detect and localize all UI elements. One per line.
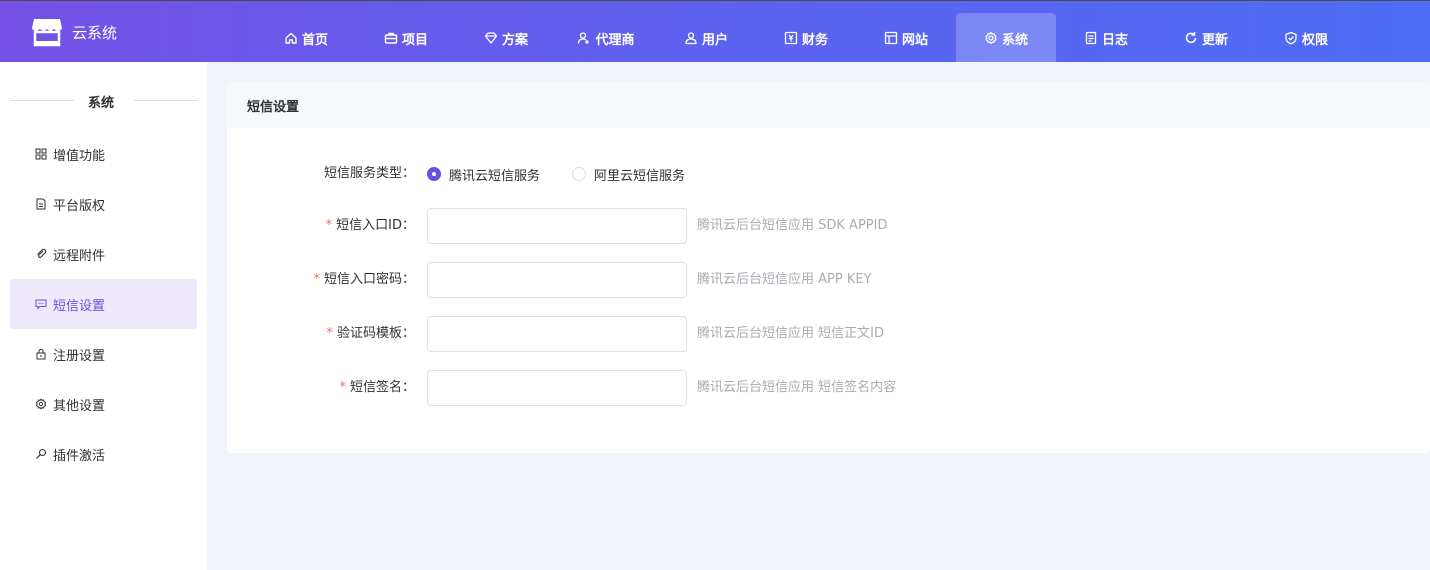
nav-label: 权限 — [1301, 32, 1328, 48]
nav-item-system[interactable]: 系统 — [956, 13, 1056, 63]
sidebar-item-remote-attachments[interactable]: 远程附件 — [10, 229, 197, 279]
sms-id-input[interactable] — [427, 208, 687, 244]
sms-settings-card: 短信设置 短信服务类型： 腾讯云短信服务 阿里云短信服务 * 短信入口ID： 腾讯… — [227, 82, 1430, 453]
sidebar-item-label: 注册设置 — [53, 348, 106, 364]
radio-aliyun-sms[interactable]: 阿里云短信服务 — [572, 165, 685, 184]
service-type-radio-group: 腾讯云短信服务 阿里云短信服务 — [427, 156, 717, 192]
nav-label: 网站 — [901, 32, 928, 48]
nav-item-update[interactable]: 更新 — [1156, 13, 1256, 63]
sidebar-item-copyright[interactable]: 平台版权 — [10, 179, 197, 229]
form-row-sms-password: * 短信入口密码： 腾讯云后台短信应用 APP KEY — [227, 262, 1430, 298]
form-row-verify-template: * 验证码模板： 腾讯云后台短信应用 短信正文ID — [227, 316, 1430, 352]
shield-check-icon — [1284, 31, 1298, 45]
main-nav: 首页 项目 方案 代理商 用户 财务 网站 系统 日志 更新 权限 — [256, 13, 1356, 63]
refresh-icon — [1184, 31, 1198, 45]
verify-template-label: * 验证码模板： — [326, 316, 415, 352]
nav-label: 首页 — [301, 32, 328, 48]
diamond-icon — [484, 31, 498, 45]
nav-item-plans[interactable]: 方案 — [456, 13, 556, 63]
sidebar-item-label: 其他设置 — [53, 398, 106, 414]
gear-icon — [984, 31, 998, 45]
nav-item-home[interactable]: 首页 — [256, 13, 356, 63]
nav-label: 系统 — [1001, 32, 1028, 48]
required-mark: * — [313, 272, 320, 287]
nav-label: 财务 — [801, 32, 828, 48]
sms-id-label: * 短信入口ID： — [326, 208, 415, 244]
nav-label: 项目 — [401, 32, 428, 48]
card-title: 短信设置 — [227, 82, 1430, 128]
nav-item-projects[interactable]: 项目 — [356, 13, 456, 63]
radio-label: 腾讯云短信服务 — [449, 168, 541, 184]
nav-label: 方案 — [501, 32, 528, 48]
required-mark: * — [325, 218, 333, 233]
user-plus-icon — [577, 31, 591, 45]
sidebar-item-registration[interactable]: 注册设置 — [10, 329, 197, 379]
message-icon — [35, 298, 47, 310]
required-mark: * — [326, 326, 333, 341]
field-label-text: 短信签名： — [349, 380, 415, 395]
form-row-sms-signature: * 短信签名： 腾讯云后台短信应用 短信签名内容 — [227, 370, 1430, 406]
sidebar-item-label: 平台版权 — [53, 198, 106, 214]
sms-password-input[interactable] — [427, 262, 687, 298]
sidebar-item-value-added[interactable]: 增值功能 — [10, 129, 197, 179]
nav-label: 日志 — [1101, 32, 1128, 48]
sms-password-label: * 短信入口密码： — [313, 262, 415, 298]
sidebar-item-label: 插件激活 — [53, 448, 106, 464]
file-icon — [35, 198, 47, 210]
divider — [134, 100, 198, 101]
users-icon — [684, 31, 698, 45]
nav-item-users[interactable]: 用户 — [656, 13, 756, 63]
briefcase-icon — [384, 31, 398, 45]
app-title: 云系统 — [72, 23, 118, 42]
sms-signature-hint: 腾讯云后台短信应用 短信签名内容 — [697, 380, 897, 395]
service-type-label: 短信服务类型： — [323, 166, 415, 181]
app-logo[interactable]: 云系统 — [30, 16, 117, 48]
grid-icon — [35, 148, 47, 160]
form-row-sms-id: * 短信入口ID： 腾讯云后台短信应用 SDK APPID — [227, 208, 1430, 244]
verify-template-hint: 腾讯云后台短信应用 短信正文ID — [697, 326, 884, 341]
radio-tencent-sms[interactable]: 腾讯云短信服务 — [427, 165, 540, 184]
radio-dot[interactable] — [427, 167, 441, 181]
field-label-text: 短信入口密码： — [323, 272, 415, 287]
required-mark: * — [339, 380, 346, 395]
verify-template-input[interactable] — [427, 316, 687, 352]
nav-item-website[interactable]: 网站 — [856, 13, 956, 63]
form-row-service-type: 短信服务类型： 腾讯云短信服务 阿里云短信服务 — [227, 156, 1430, 192]
nav-label: 用户 — [701, 32, 728, 48]
sidebar-item-label: 短信设置 — [53, 298, 106, 314]
nav-item-finance[interactable]: 财务 — [756, 13, 856, 63]
sms-id-hint: 腾讯云后台短信应用 SDK APPID — [697, 218, 888, 233]
sms-password-hint: 腾讯云后台短信应用 APP KEY — [697, 272, 872, 287]
sidebar-item-sms-settings[interactable]: 短信设置 — [10, 279, 197, 329]
field-label-text: 验证码模板： — [336, 326, 415, 341]
sms-signature-input[interactable] — [427, 370, 687, 406]
gear-icon — [35, 398, 47, 410]
lock-icon — [35, 348, 47, 360]
radio-dot[interactable] — [572, 167, 587, 181]
divider — [10, 100, 74, 101]
paperclip-icon — [35, 248, 47, 260]
nav-item-logs[interactable]: 日志 — [1056, 13, 1156, 63]
nav-label: 更新 — [1201, 32, 1228, 48]
nav-item-agents[interactable]: 代理商 — [556, 13, 656, 63]
key-icon — [35, 448, 47, 460]
field-label-text: 短信入口ID： — [336, 218, 415, 233]
layout-icon — [884, 31, 898, 45]
sidebar: 系统 增值功能 平台版权 远程附件 短信设置 注册设置 其他设置 插件激活 — [0, 62, 207, 570]
sidebar-item-plugin-activation[interactable]: 插件激活 — [10, 429, 197, 479]
nav-label: 代理商 — [595, 32, 635, 48]
sms-signature-label: * 短信签名： — [339, 370, 415, 406]
top-navbar: 云系统 首页 项目 方案 代理商 用户 财务 网站 系统 日志 更新 权限 — [0, 0, 1430, 63]
sidebar-item-label: 增值功能 — [53, 148, 106, 164]
home-icon — [284, 31, 298, 45]
storefront-icon — [30, 16, 64, 48]
sidebar-title-text: 系统 — [88, 96, 115, 111]
nav-item-permissions[interactable]: 权限 — [1256, 13, 1356, 63]
yen-icon — [784, 31, 798, 45]
sidebar-title: 系统 — [0, 90, 207, 111]
sidebar-item-label: 远程附件 — [53, 248, 106, 264]
document-icon — [1084, 31, 1098, 45]
radio-label: 阿里云短信服务 — [594, 168, 686, 184]
sidebar-item-other-settings[interactable]: 其他设置 — [10, 379, 197, 429]
